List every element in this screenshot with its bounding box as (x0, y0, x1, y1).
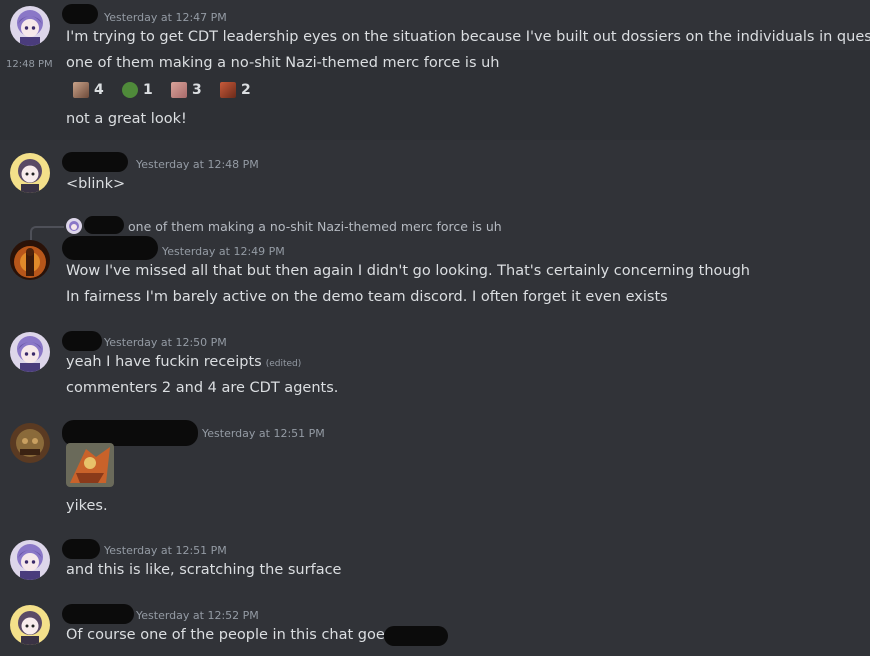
reaction-chip[interactable]: 2 (220, 80, 251, 100)
face-emoji-icon (171, 82, 187, 98)
reply-connector (30, 226, 64, 240)
message-timestamp[interactable]: Yesterday at 12:49 PM (162, 245, 285, 258)
message-timestamp[interactable]: Yesterday at 12:51 PM (104, 544, 227, 557)
message-text: I'm trying to get CDT leadership eyes on… (66, 29, 870, 45)
reaction-count: 2 (241, 82, 251, 98)
pepe-frog-emoji-icon (122, 82, 138, 98)
edited-label: (edited) (265, 359, 302, 369)
message-text: not a great look! (66, 111, 187, 127)
redacted-username[interactable] (62, 604, 134, 624)
face-emoji-icon (73, 82, 89, 98)
image-attachment[interactable] (66, 443, 114, 487)
reply-preview-text[interactable]: one of them making a no-shit Nazi-themed… (128, 219, 502, 234)
message-text: yeah I have fuckin receipts (edited) (66, 354, 301, 370)
message-text-content: yeah I have fuckin receipts (66, 354, 262, 370)
redacted-username[interactable] (62, 236, 158, 260)
reply-avatar[interactable] (66, 218, 82, 234)
message-text: commenters 2 and 4 are CDT agents. (66, 380, 339, 396)
art-emoji-icon (220, 82, 236, 98)
message-text: one of them making a no-shit Nazi-themed… (66, 55, 500, 71)
avatar-yellow[interactable] (10, 153, 50, 193)
message-timestamp[interactable]: Yesterday at 12:50 PM (104, 336, 227, 349)
redacted-username[interactable] (62, 331, 102, 351)
message-text: Wow I've missed all that but then again … (66, 263, 750, 279)
message-text: <blink> (66, 176, 126, 192)
redacted-username[interactable] (62, 152, 128, 172)
message-timestamp[interactable]: Yesterday at 12:51 PM (202, 427, 325, 440)
message-timestamp[interactable]: Yesterday at 12:52 PM (136, 609, 259, 622)
hover-timestamp[interactable]: 12:48 PM (6, 59, 53, 70)
avatar-purple-hair[interactable] (10, 332, 50, 372)
reaction-chip[interactable]: 3 (171, 80, 202, 100)
avatar-yellow[interactable] (10, 605, 50, 645)
redacted-text (384, 626, 448, 646)
redacted-username[interactable] (62, 4, 98, 24)
reaction-count: 1 (143, 82, 153, 98)
avatar-fire[interactable] (10, 240, 50, 280)
avatar-purple-hair[interactable] (10, 6, 50, 46)
redacted-username[interactable] (84, 216, 124, 234)
message-text: Of course one of the people in this chat… (66, 627, 415, 643)
reaction-chip[interactable]: 4 (73, 80, 104, 100)
reaction-count: 3 (192, 82, 202, 98)
redacted-username[interactable] (62, 539, 100, 559)
message-text: and this is like, scratching the surface (66, 562, 342, 578)
reaction-chip[interactable]: 1 (122, 80, 153, 100)
message-text: In fairness I'm barely active on the dem… (66, 289, 668, 305)
message-timestamp[interactable]: Yesterday at 12:47 PM (104, 11, 227, 24)
reaction-count: 4 (94, 82, 104, 98)
message-timestamp[interactable]: Yesterday at 12:48 PM (136, 158, 259, 171)
avatar-purple-hair[interactable] (10, 540, 50, 580)
message-text: yikes. (66, 498, 108, 514)
avatar-monster[interactable] (10, 423, 50, 463)
